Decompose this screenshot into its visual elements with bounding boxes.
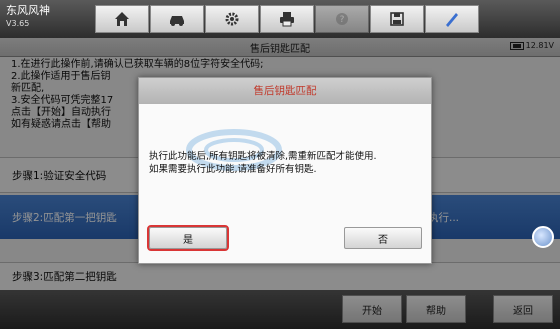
save-icon xyxy=(390,12,404,26)
dialog-message-line: 如果需要执行此功能,请准备好所有钥匙. xyxy=(149,164,317,175)
confirm-dialog: 售后钥匙匹配 执行此功能后,所有钥匙将被清除,需重新匹配才能使用. 如果需要执行… xyxy=(138,77,432,264)
home-icon xyxy=(115,12,129,26)
top-bar: 东风风神 V3.65 ? xyxy=(0,0,560,39)
print-button[interactable] xyxy=(260,5,314,33)
gear-icon xyxy=(225,12,239,26)
vehicle-button[interactable] xyxy=(150,5,204,33)
dialog-title: 售后钥匙匹配 xyxy=(139,78,431,104)
save-button[interactable] xyxy=(370,5,424,33)
scroll-handle[interactable] xyxy=(532,226,554,248)
printer-icon xyxy=(280,12,294,27)
settings-button[interactable] xyxy=(205,5,259,33)
dialog-message-line: 执行此功能后,所有钥匙将被清除,需重新匹配才能使用. xyxy=(149,151,377,162)
brand: 东风风神 V3.65 xyxy=(6,4,50,30)
version-label: V3.65 xyxy=(6,19,30,28)
home-button[interactable] xyxy=(95,5,149,33)
pen-icon xyxy=(446,13,458,27)
svg-text:?: ? xyxy=(340,15,345,25)
no-button[interactable]: 否 xyxy=(344,227,422,249)
yes-button[interactable]: 是 xyxy=(147,225,229,251)
car-icon xyxy=(170,16,184,26)
brand-name: 东风风神 xyxy=(6,4,50,17)
help-toolbar-button[interactable]: ? xyxy=(315,5,369,33)
help-icon: ? xyxy=(336,13,348,25)
dialog-message: 执行此功能后,所有钥匙将被清除,需重新匹配才能使用. 如果需要执行此功能,请准备… xyxy=(149,150,424,176)
toolbar: ? xyxy=(95,5,480,33)
pen-button[interactable] xyxy=(425,5,479,33)
